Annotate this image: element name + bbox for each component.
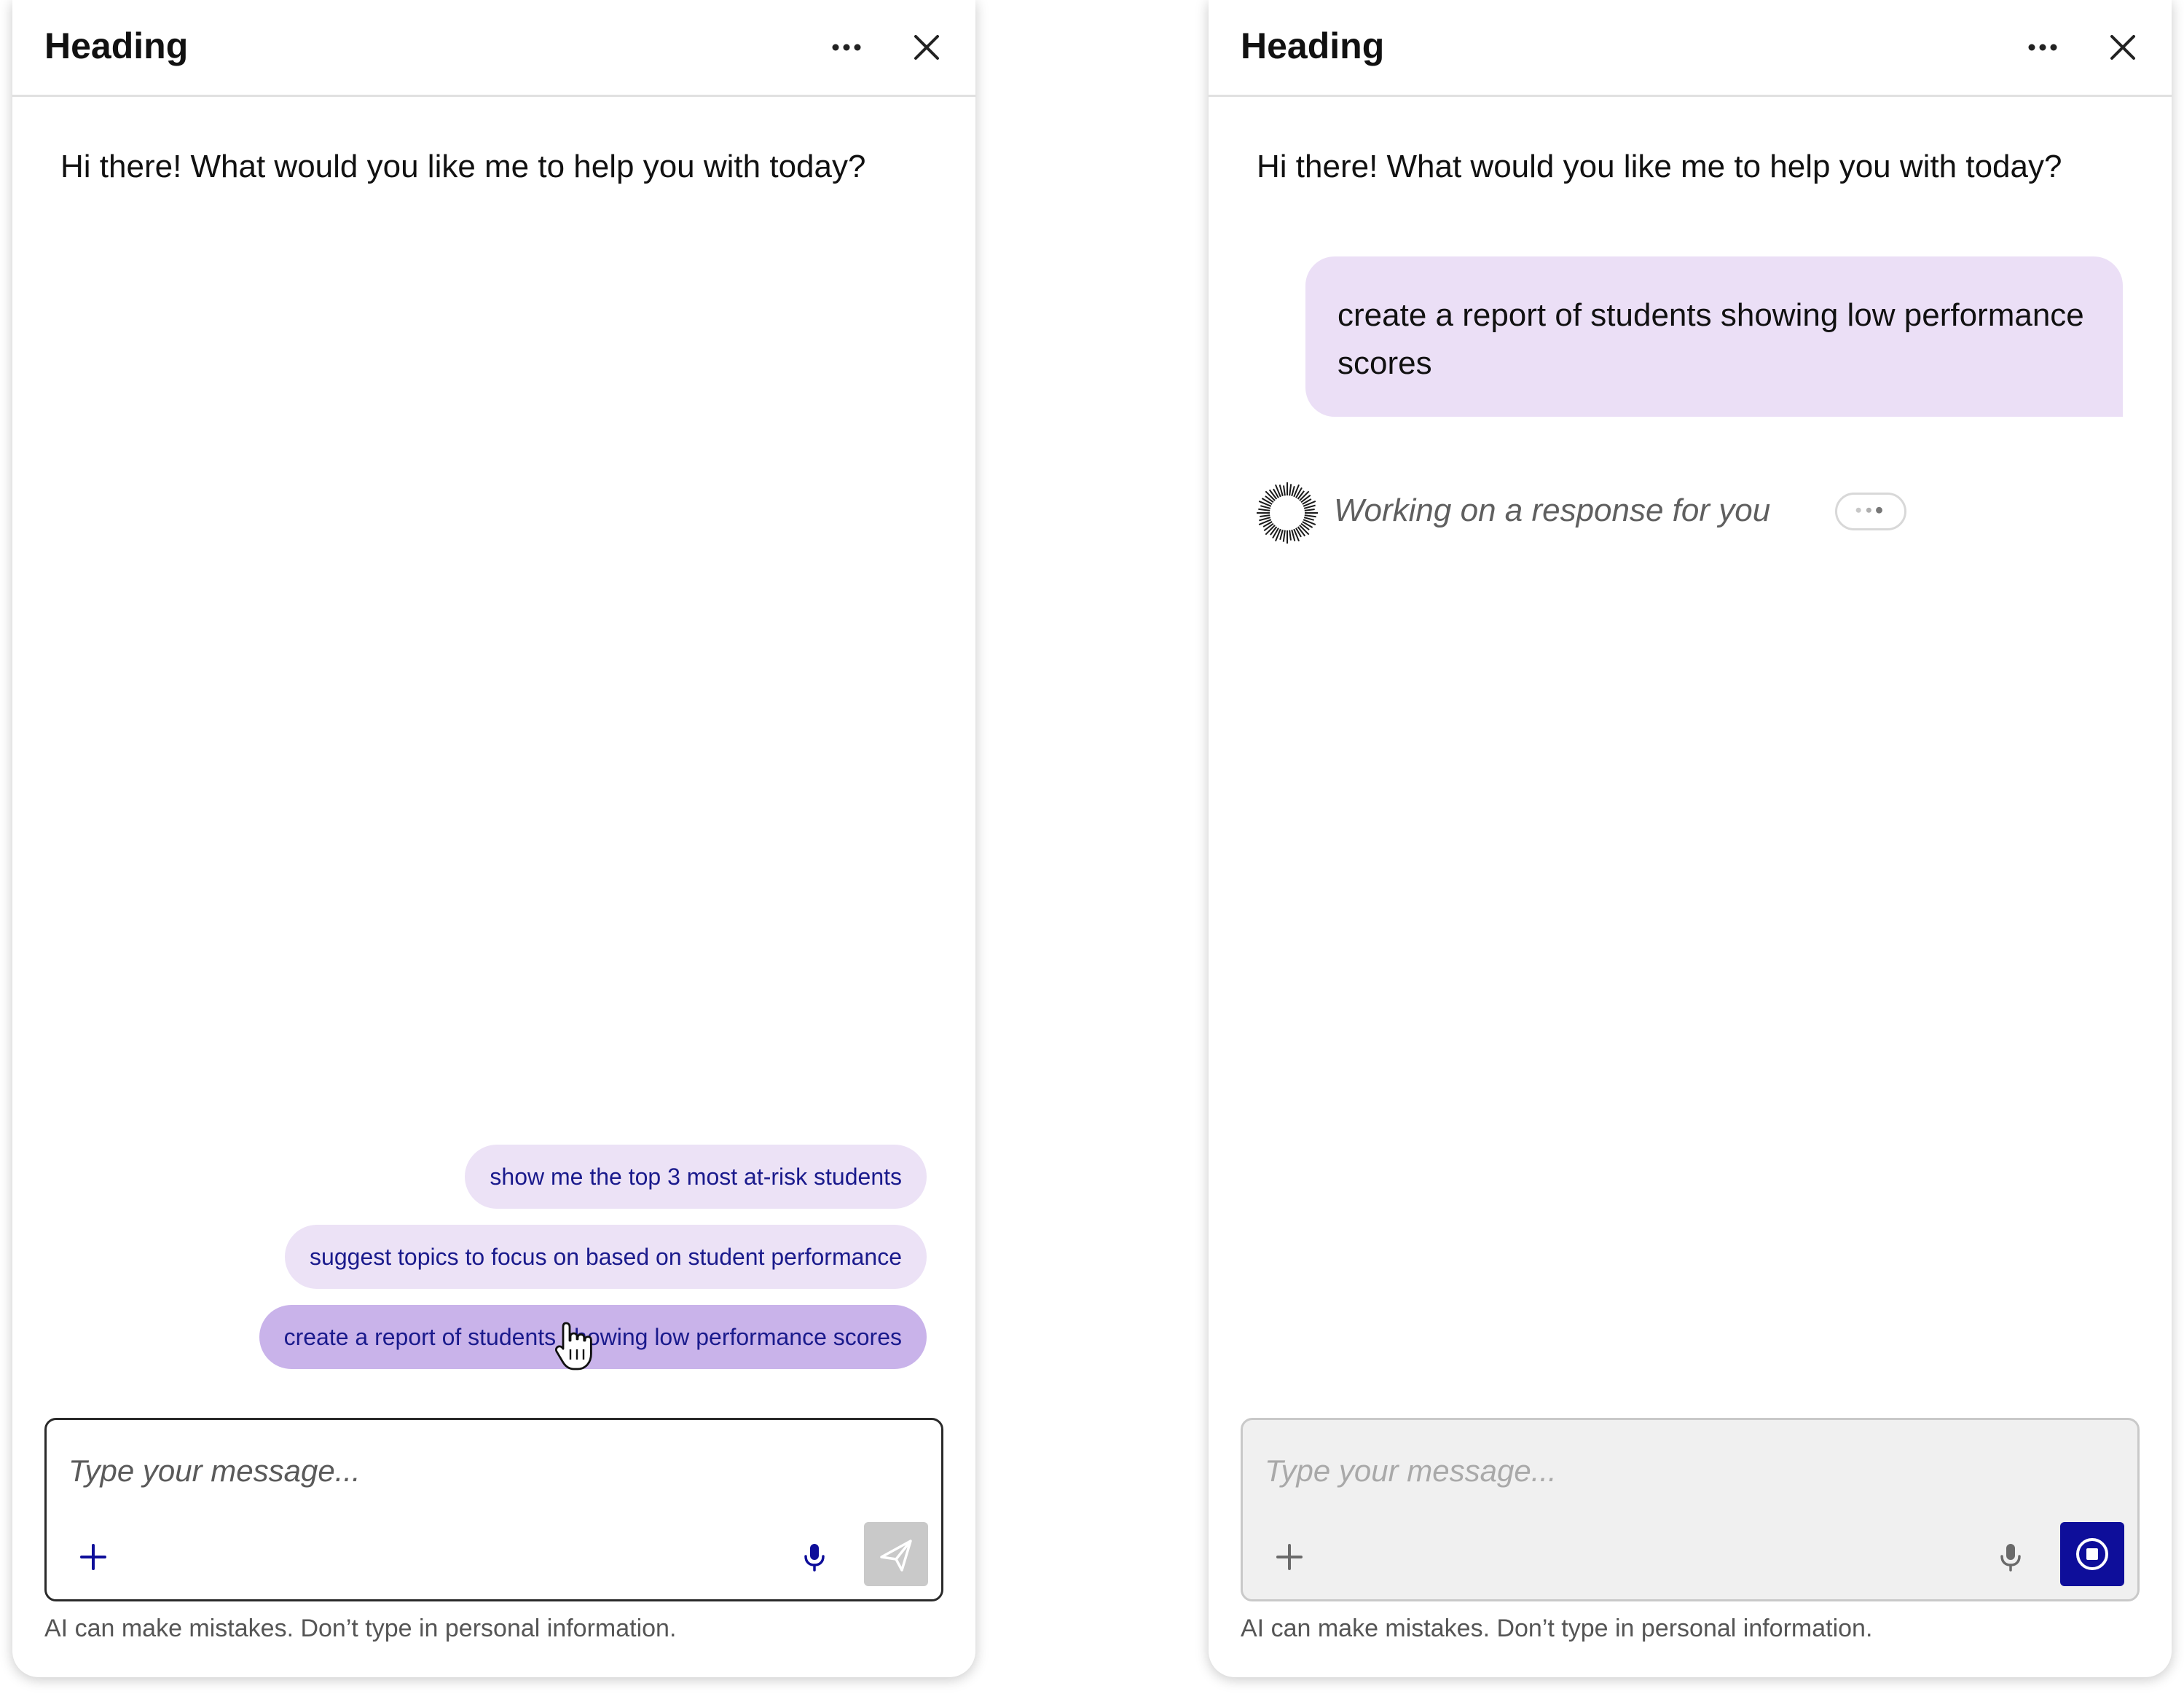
assistant-greeting: Hi there! What would you like me to help…: [1257, 149, 2062, 184]
stop-icon: [2076, 1538, 2108, 1570]
more-options-button[interactable]: [2017, 22, 2068, 73]
voice-input-button[interactable]: [794, 1537, 835, 1577]
send-icon: [880, 1540, 912, 1572]
more-options-button[interactable]: [821, 22, 872, 73]
panel-title: Heading: [1241, 26, 1385, 66]
panel-header: Heading: [1209, 0, 2172, 97]
plus-icon: [80, 1544, 106, 1570]
add-attachment-button[interactable]: [73, 1537, 114, 1577]
suggestion-chip-hovered[interactable]: create a report of students showing low …: [259, 1305, 927, 1369]
message-composer: [1241, 1418, 2140, 1601]
chat-panel-responding: Heading Hi there! What would you like me…: [1209, 0, 2172, 1677]
stop-generating-button[interactable]: [2060, 1522, 2124, 1586]
message-input[interactable]: [68, 1449, 724, 1493]
close-button[interactable]: [2097, 22, 2148, 73]
microphone-icon: [2000, 1544, 2021, 1572]
more-horizontal-icon: [832, 44, 861, 51]
status-text: Working on a response for you: [1334, 493, 1771, 528]
add-attachment-button[interactable]: [1269, 1537, 1310, 1577]
assistant-greeting: Hi there! What would you like me to help…: [60, 149, 866, 184]
loading-spinner-icon: [1257, 482, 1318, 544]
close-button[interactable]: [901, 22, 952, 73]
send-button[interactable]: [864, 1522, 928, 1586]
typing-indicator: [1835, 493, 1906, 530]
close-icon: [914, 35, 939, 60]
plus-icon: [1276, 1544, 1303, 1570]
more-horizontal-icon: [2028, 44, 2057, 51]
voice-input-button[interactable]: [1990, 1537, 2031, 1577]
ai-disclaimer: AI can make mistakes. Don’t type in pers…: [44, 1615, 677, 1642]
panel-title: Heading: [44, 26, 189, 66]
microphone-icon: [804, 1544, 825, 1572]
ai-disclaimer: AI can make mistakes. Don’t type in pers…: [1241, 1615, 1873, 1642]
close-icon: [2110, 35, 2135, 60]
panel-header: Heading: [12, 0, 975, 97]
message-composer: [44, 1418, 943, 1601]
typing-dots-icon: [1855, 506, 1882, 514]
user-message-bubble: create a report of students showing low …: [1305, 256, 2123, 417]
message-input[interactable]: [1265, 1449, 1920, 1493]
chat-panel-initial: Heading Hi there! What would you like me…: [12, 0, 975, 1677]
suggestion-chip[interactable]: show me the top 3 most at-risk students: [465, 1145, 927, 1209]
suggestion-chip[interactable]: suggest topics to focus on based on stud…: [285, 1225, 927, 1289]
